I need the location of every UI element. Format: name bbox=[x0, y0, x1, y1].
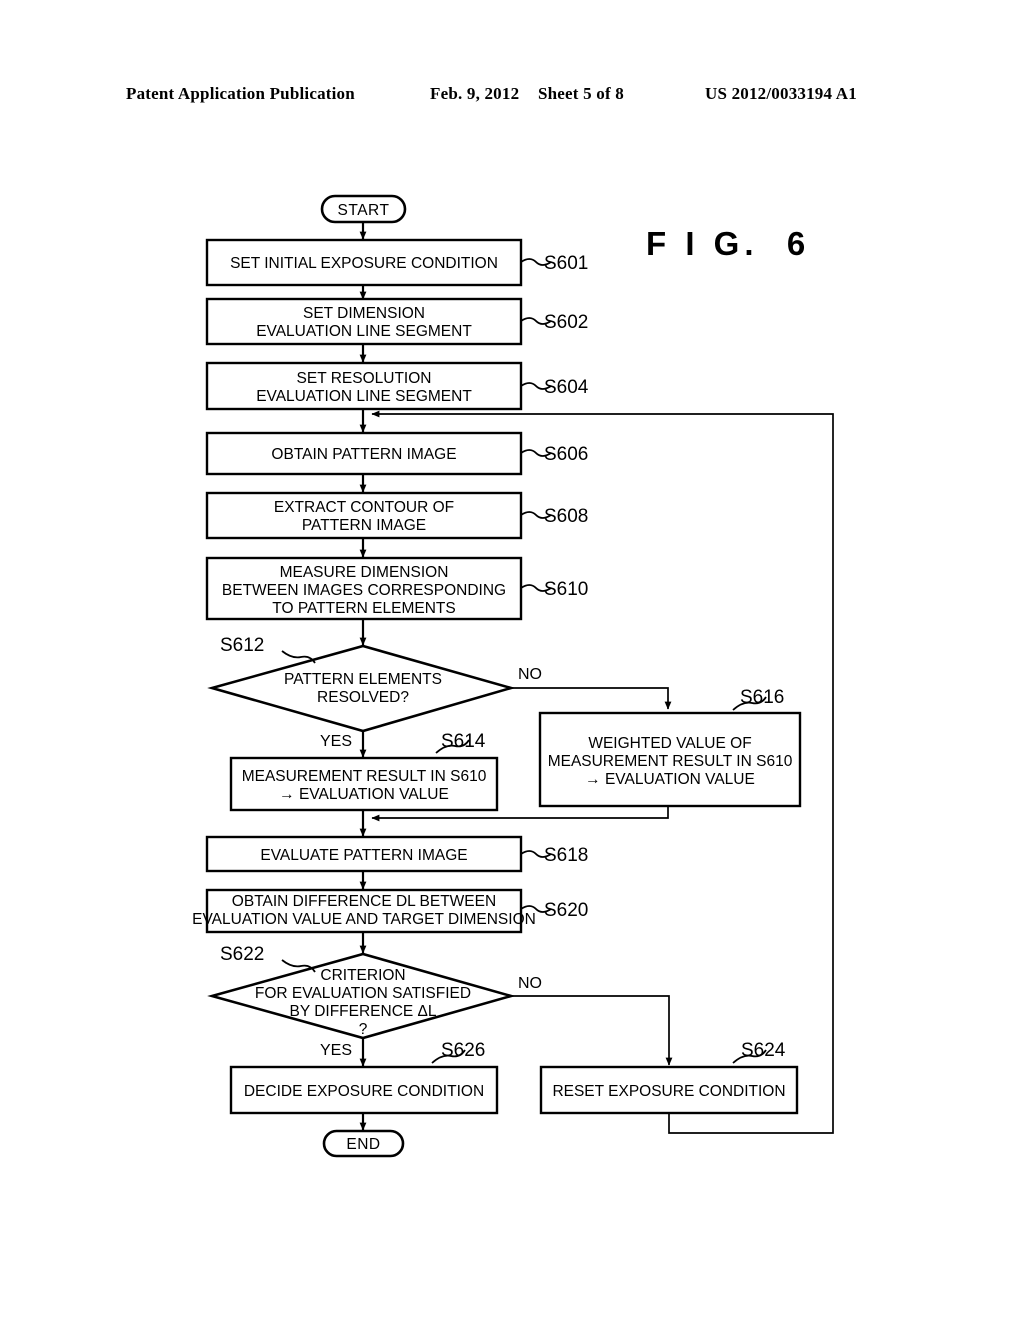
node-s610-line-1: MEASURE DIMENSION bbox=[280, 564, 449, 581]
node-s624-line-1: RESET EXPOSURE CONDITION bbox=[552, 1083, 785, 1100]
node-s608: EXTRACT CONTOUR OF PATTERN IMAGE S608 bbox=[205, 491, 588, 540]
node-s618-line-1: EVALUATE PATTERN IMAGE bbox=[260, 847, 467, 864]
node-s604-line-1: SET RESOLUTION bbox=[297, 370, 432, 387]
node-s622-step: S622 bbox=[220, 944, 264, 965]
terminator-end: END bbox=[322, 1129, 405, 1158]
node-s620: OBTAIN DIFFERENCE DL BETWEEN EVALUATION … bbox=[192, 888, 588, 934]
node-s608-line-1: EXTRACT CONTOUR OF bbox=[274, 499, 454, 516]
node-s614-step: S614 bbox=[441, 731, 486, 752]
node-s612: PATTERN ELEMENTS RESOLVED? S612 NO YES bbox=[207, 635, 542, 750]
node-s616-line-1: WEIGHTED VALUE OF bbox=[588, 735, 751, 752]
node-s601-line-1: SET INITIAL EXPOSURE CONDITION bbox=[230, 255, 498, 272]
node-s618-step: S618 bbox=[544, 845, 588, 866]
node-s610-line-3: TO PATTERN ELEMENTS bbox=[272, 600, 455, 617]
node-s610-step: S610 bbox=[544, 579, 588, 600]
branch-label-no-2: NO bbox=[518, 975, 542, 992]
node-s614-line-2: → EVALUATION VALUE bbox=[279, 786, 449, 803]
node-s601-step: S601 bbox=[544, 253, 588, 274]
node-s602-line-2: EVALUATION LINE SEGMENT bbox=[256, 323, 472, 340]
node-s626-step: S626 bbox=[441, 1040, 485, 1061]
node-s608-step: S608 bbox=[544, 506, 588, 527]
node-s604: SET RESOLUTION EVALUATION LINE SEGMENT S… bbox=[205, 361, 589, 411]
node-s604-step: S604 bbox=[544, 377, 589, 398]
node-s622-line-2: FOR EVALUATION SATISFIED bbox=[255, 985, 471, 1002]
node-s610: MEASURE DIMENSION BETWEEN IMAGES CORRESP… bbox=[205, 556, 588, 621]
node-s624-step: S624 bbox=[741, 1040, 786, 1061]
node-s604-line-2: EVALUATION LINE SEGMENT bbox=[256, 388, 472, 405]
node-s606: OBTAIN PATTERN IMAGE S606 bbox=[205, 431, 588, 476]
node-s606-line-1: OBTAIN PATTERN IMAGE bbox=[271, 446, 456, 463]
node-s620-line-2: EVALUATION VALUE AND TARGET DIMENSION bbox=[192, 911, 536, 928]
node-s612-step: S612 bbox=[220, 635, 264, 656]
node-s602-line-1: SET DIMENSION bbox=[303, 305, 425, 322]
terminator-start-label: START bbox=[338, 202, 390, 219]
node-s622: CRITERION FOR EVALUATION SATISFIED BY DI… bbox=[207, 944, 542, 1059]
branch-label-yes-2: YES bbox=[320, 1042, 352, 1059]
node-s622-line-1: CRITERION bbox=[320, 967, 405, 984]
node-s622-line-4: ? bbox=[359, 1021, 368, 1038]
branch-label-no-1: NO bbox=[518, 666, 542, 683]
node-s616-step: S616 bbox=[740, 687, 784, 708]
node-s622-line-3: BY DIFFERENCE ΔL bbox=[289, 1003, 436, 1020]
node-s620-line-1: OBTAIN DIFFERENCE DL BETWEEN bbox=[232, 893, 496, 910]
node-s626-line-1: DECIDE EXPOSURE CONDITION bbox=[244, 1083, 484, 1100]
node-s616-line-2: MEASUREMENT RESULT IN S610 bbox=[548, 753, 793, 770]
node-s616: WEIGHTED VALUE OF MEASUREMENT RESULT IN … bbox=[538, 687, 802, 808]
node-s606-step: S606 bbox=[544, 444, 588, 465]
node-s620-step: S620 bbox=[544, 900, 588, 921]
node-s614-line-1: MEASUREMENT RESULT IN S610 bbox=[242, 768, 487, 785]
patent-page: Patent Application Publication Feb. 9, 2… bbox=[0, 0, 1024, 1320]
node-s612-line-2: RESOLVED? bbox=[317, 689, 409, 706]
flowchart-diagram: START SET INITIAL EXPOSURE CONDITION S60… bbox=[192, 194, 834, 1158]
node-s602-step: S602 bbox=[544, 312, 588, 333]
node-s612-line-1: PATTERN ELEMENTS bbox=[284, 671, 442, 688]
node-s602: SET DIMENSION EVALUATION LINE SEGMENT S6… bbox=[205, 297, 588, 346]
node-s610-line-2: BETWEEN IMAGES CORRESPONDING bbox=[222, 582, 506, 599]
node-s608-line-2: PATTERN IMAGE bbox=[302, 517, 426, 534]
node-s618: EVALUATE PATTERN IMAGE S618 bbox=[205, 835, 588, 873]
terminator-end-label: END bbox=[346, 1136, 380, 1153]
node-s601: SET INITIAL EXPOSURE CONDITION S601 bbox=[205, 238, 588, 287]
node-s616-line-3: → EVALUATION VALUE bbox=[585, 771, 755, 788]
branch-label-yes-1: YES bbox=[320, 733, 352, 750]
terminator-start: START bbox=[320, 194, 407, 224]
